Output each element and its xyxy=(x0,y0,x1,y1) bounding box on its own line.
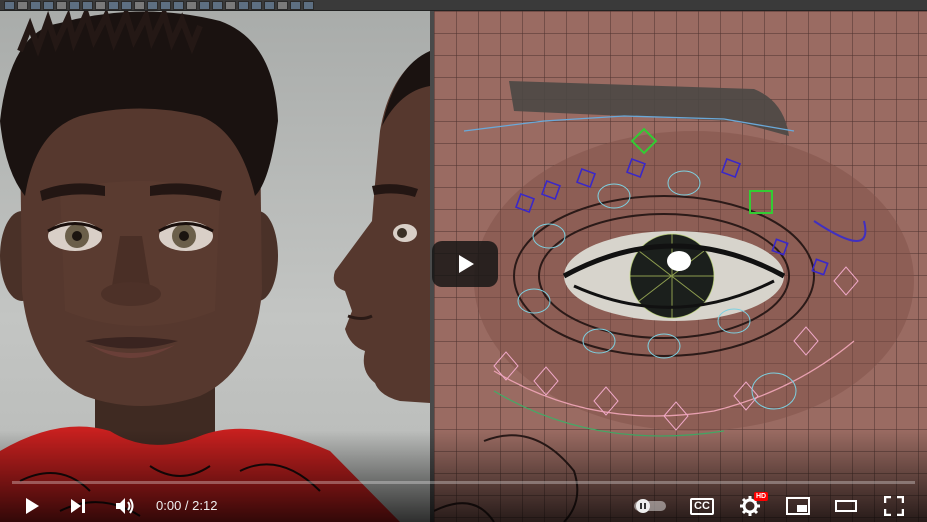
autoplay-toggle[interactable] xyxy=(630,490,670,522)
fullscreen-icon xyxy=(884,496,904,516)
character-front-and-profile-render xyxy=(0,11,430,522)
theater-mode-button[interactable] xyxy=(828,490,864,522)
play-button[interactable] xyxy=(14,490,50,522)
progress-bar[interactable] xyxy=(12,481,915,484)
eye-rig-wireframe-render xyxy=(434,11,927,522)
maya-toolbar-strip xyxy=(0,0,927,11)
fullscreen-button[interactable] xyxy=(876,490,912,522)
miniplayer-icon xyxy=(786,497,810,515)
total-time: 2:12 xyxy=(192,498,218,513)
autoplay-toggle-icon xyxy=(634,499,666,513)
time-display: 0:00 / 2:12 xyxy=(156,490,217,522)
control-bar: 0:00 / 2:12 CC HD xyxy=(0,490,927,522)
large-play-button[interactable] xyxy=(432,241,498,287)
time-separator: / xyxy=(181,498,193,513)
volume-icon xyxy=(116,498,134,514)
settings-button[interactable]: HD xyxy=(732,490,769,522)
play-icon xyxy=(459,255,474,273)
video-player[interactable]: 0:00 / 2:12 CC HD xyxy=(0,0,927,522)
front-profile-viewport xyxy=(0,11,430,522)
hd-badge: HD xyxy=(754,492,769,501)
captions-label: CC xyxy=(694,499,710,512)
mute-button[interactable] xyxy=(108,490,144,522)
eye-rig-viewport xyxy=(434,11,927,522)
captions-button[interactable]: CC xyxy=(684,490,720,522)
miniplayer-button[interactable] xyxy=(780,490,816,522)
captions-icon: CC xyxy=(690,497,714,515)
skip-next-icon xyxy=(71,499,85,513)
current-time: 0:00 xyxy=(156,498,182,513)
next-button[interactable] xyxy=(60,490,96,522)
theater-mode-icon xyxy=(835,500,857,512)
play-icon xyxy=(26,498,39,514)
